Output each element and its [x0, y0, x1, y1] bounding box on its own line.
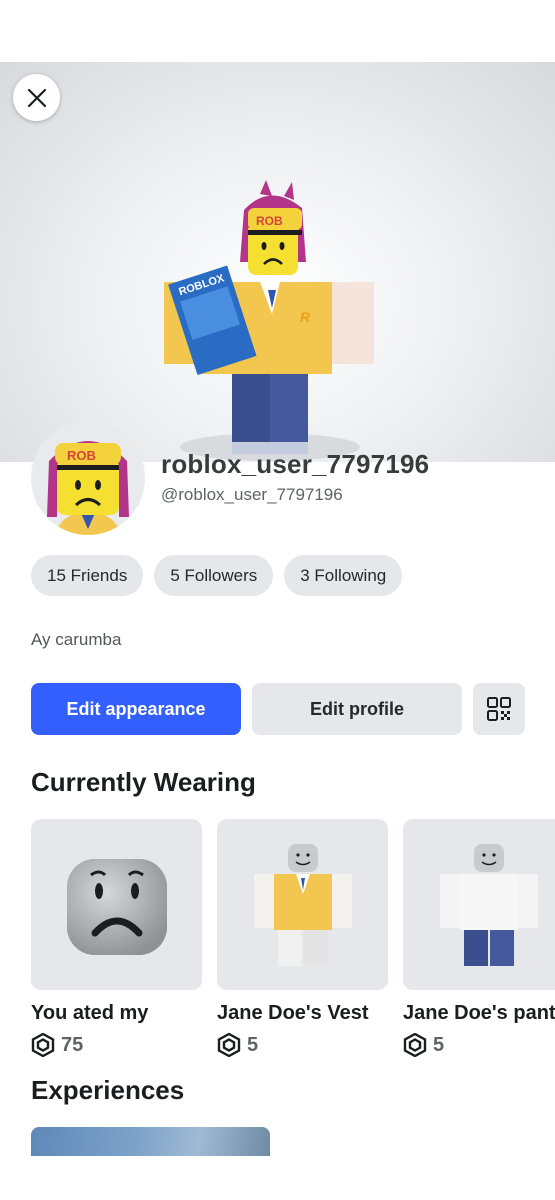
item-price-value: 5	[433, 1033, 445, 1056]
experience-thumbnail[interactable]	[31, 1127, 270, 1156]
wearing-item[interactable]: Jane Doe's pant 5	[403, 819, 555, 1057]
qr-code-button[interactable]	[473, 683, 525, 735]
followers-pill[interactable]: 5 Followers	[154, 555, 274, 596]
social-stats: 15 Friends 5 Followers 3 Following	[31, 555, 403, 596]
robux-icon	[403, 1033, 427, 1057]
username: @roblox_user_7797196	[161, 485, 343, 504]
avatar-headshot-image: ROB	[47, 441, 129, 535]
avatar-3d-render: R ROBLOX ROB	[164, 180, 374, 461]
item-name: You ated my	[31, 1002, 149, 1024]
svg-text:ROB: ROB	[256, 214, 283, 228]
bio-text: Ay carumba	[31, 630, 122, 649]
edit-profile-button[interactable]: Edit profile	[252, 683, 462, 735]
wearing-item[interactable]: Jane Doe's Vest 5	[217, 819, 388, 1057]
svg-text:R: R	[300, 309, 311, 325]
profile-actions: Edit appearance Edit profile	[31, 683, 525, 735]
wearing-item[interactable]: You ated my 75	[31, 819, 202, 1057]
wearing-list: You ated my 75 Jane Doe's Vest 5 Jane Do…	[31, 819, 555, 1057]
robux-icon	[217, 1033, 241, 1057]
item-name: Jane Doe's Vest	[217, 1002, 369, 1024]
close-icon	[27, 88, 46, 107]
robux-icon	[31, 1033, 55, 1057]
qr-code-icon	[487, 697, 511, 721]
item-thumbnail[interactable]	[31, 819, 202, 990]
friends-pill[interactable]: 15 Friends	[31, 555, 144, 596]
face-item-image	[66, 858, 167, 955]
vest-item-image	[253, 843, 352, 966]
item-price: 75	[31, 1033, 202, 1057]
following-pill[interactable]: 3 Following	[284, 555, 403, 596]
pants-item-image	[439, 843, 538, 966]
avatar-thumbnail[interactable]: ROB	[31, 421, 145, 535]
avatar-stage: R ROBLOX ROB	[0, 62, 555, 462]
edit-appearance-button[interactable]: Edit appearance	[31, 683, 241, 735]
item-price: 5	[217, 1033, 388, 1057]
item-price: 5	[403, 1033, 555, 1057]
item-price-value: 5	[247, 1033, 259, 1056]
item-price-value: 75	[61, 1033, 84, 1056]
svg-text:ROB: ROB	[67, 448, 96, 463]
item-thumbnail[interactable]	[403, 819, 555, 990]
currently-wearing-heading: Currently Wearing	[31, 767, 256, 797]
close-button[interactable]	[13, 74, 60, 121]
display-name: roblox_user_7797196	[161, 449, 430, 479]
experiences-heading: Experiences	[31, 1075, 185, 1105]
item-thumbnail[interactable]	[217, 819, 388, 990]
item-name: Jane Doe's pant	[403, 1002, 555, 1024]
